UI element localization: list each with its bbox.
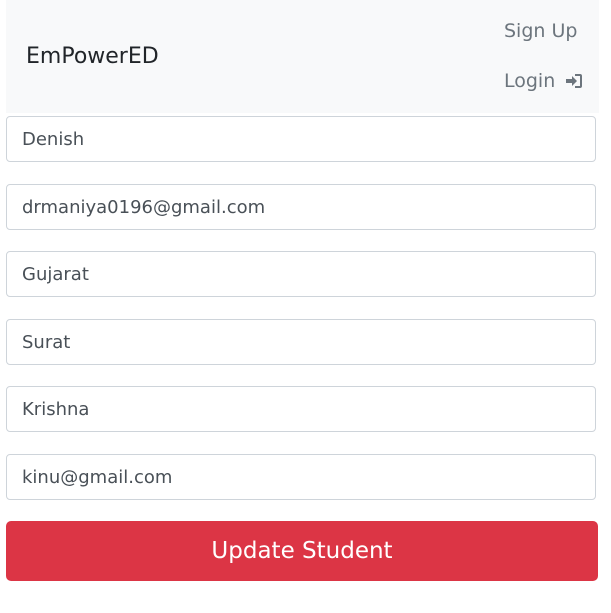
nav-links: Sign Up Login bbox=[479, 0, 599, 113]
state-input[interactable] bbox=[6, 251, 596, 297]
parent-email-input[interactable] bbox=[6, 454, 596, 500]
email-input[interactable] bbox=[6, 184, 596, 230]
update-student-button[interactable]: Update Student bbox=[6, 521, 598, 581]
sign-in-icon bbox=[565, 72, 583, 90]
page: EmPowerED Sign Up Login Update Student bbox=[0, 0, 611, 613]
name-input[interactable] bbox=[6, 116, 596, 162]
login-link-label: Login bbox=[504, 70, 556, 92]
navbar: EmPowerED Sign Up Login bbox=[6, 0, 599, 113]
signup-link[interactable]: Sign Up bbox=[504, 19, 577, 43]
login-link[interactable]: Login bbox=[504, 69, 583, 93]
parent-name-input[interactable] bbox=[6, 386, 596, 432]
brand-logo-text[interactable]: EmPowerED bbox=[26, 43, 159, 71]
city-input[interactable] bbox=[6, 319, 596, 365]
